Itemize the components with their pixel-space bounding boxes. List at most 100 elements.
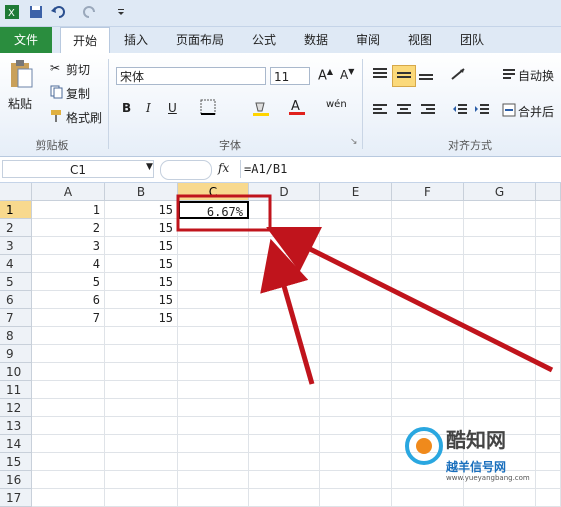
cell-b8[interactable] xyxy=(105,327,178,345)
align-right-icon[interactable] xyxy=(420,103,436,120)
cell-e6[interactable] xyxy=(320,291,392,309)
cell-c7[interactable] xyxy=(178,309,249,327)
copy-button[interactable]: 复制 xyxy=(66,85,90,102)
cell-h11[interactable] xyxy=(536,381,561,399)
name-box-dropdown-icon[interactable]: ▼ xyxy=(146,162,153,172)
cell-g3[interactable] xyxy=(464,237,536,255)
cell-d10[interactable] xyxy=(249,363,320,381)
row-header-9[interactable]: 9 xyxy=(0,345,32,363)
cell-f5[interactable] xyxy=(392,273,464,291)
cell-h6[interactable] xyxy=(536,291,561,309)
cell-d13[interactable] xyxy=(249,417,320,435)
orientation-icon[interactable] xyxy=(450,67,468,84)
cell-e11[interactable] xyxy=(320,381,392,399)
row-header-5[interactable]: 5 xyxy=(0,273,32,291)
cell-e8[interactable] xyxy=(320,327,392,345)
cell-a3[interactable]: 3 xyxy=(32,237,105,255)
cell-b3[interactable]: 15 xyxy=(105,237,178,255)
cell-f1[interactable] xyxy=(392,201,464,219)
cell-g9[interactable] xyxy=(464,345,536,363)
cell-a1[interactable]: 1 xyxy=(32,201,105,219)
cell-h4[interactable] xyxy=(536,255,561,273)
cell-h12[interactable] xyxy=(536,399,561,417)
cell-a11[interactable] xyxy=(32,381,105,399)
cell-b13[interactable] xyxy=(105,417,178,435)
wrap-text-icon[interactable] xyxy=(502,67,516,84)
cell-c11[interactable] xyxy=(178,381,249,399)
cell-f17[interactable] xyxy=(392,489,464,507)
cell-b6[interactable]: 15 xyxy=(105,291,178,309)
row-header-6[interactable]: 6 xyxy=(0,291,32,309)
cell-c6[interactable] xyxy=(178,291,249,309)
cell-a15[interactable] xyxy=(32,453,105,471)
tab-data[interactable]: 数据 xyxy=(296,27,336,53)
cell-b11[interactable] xyxy=(105,381,178,399)
cell-e15[interactable] xyxy=(320,453,392,471)
undo-icon[interactable] xyxy=(50,4,66,20)
cell-a6[interactable]: 6 xyxy=(32,291,105,309)
cell-g4[interactable] xyxy=(464,255,536,273)
cell-f3[interactable] xyxy=(392,237,464,255)
cell-d17[interactable] xyxy=(249,489,320,507)
cell-d4[interactable] xyxy=(249,255,320,273)
cell-g11[interactable] xyxy=(464,381,536,399)
underline-button[interactable]: U xyxy=(168,101,177,115)
cell-g17[interactable] xyxy=(464,489,536,507)
tab-file[interactable]: 文件 xyxy=(0,27,52,53)
row-header-2[interactable]: 2 xyxy=(0,219,32,237)
cell-h10[interactable] xyxy=(536,363,561,381)
cell-c15[interactable] xyxy=(178,453,249,471)
cell-e7[interactable] xyxy=(320,309,392,327)
row-header-4[interactable]: 4 xyxy=(0,255,32,273)
name-box[interactable]: C1 xyxy=(2,160,154,178)
cell-g7[interactable] xyxy=(464,309,536,327)
cell-c1[interactable]: 6.67% xyxy=(178,201,249,219)
cell-f8[interactable] xyxy=(392,327,464,345)
cell-a2[interactable]: 2 xyxy=(32,219,105,237)
cut-icon[interactable]: ✂ xyxy=(50,61,60,75)
cell-c5[interactable] xyxy=(178,273,249,291)
row-header-3[interactable]: 3 xyxy=(0,237,32,255)
cell-f10[interactable] xyxy=(392,363,464,381)
cell-e9[interactable] xyxy=(320,345,392,363)
tab-formulas[interactable]: 公式 xyxy=(244,27,284,53)
cell-d12[interactable] xyxy=(249,399,320,417)
cell-h1[interactable] xyxy=(536,201,561,219)
align-middle-icon[interactable] xyxy=(392,65,416,87)
excel-icon[interactable]: X xyxy=(4,4,20,20)
cell-d16[interactable] xyxy=(249,471,320,489)
cell-a16[interactable] xyxy=(32,471,105,489)
cell-e10[interactable] xyxy=(320,363,392,381)
cell-e3[interactable] xyxy=(320,237,392,255)
cell-b16[interactable] xyxy=(105,471,178,489)
save-icon[interactable] xyxy=(28,4,44,20)
row-header-15[interactable]: 15 xyxy=(0,453,32,471)
tab-review[interactable]: 审阅 xyxy=(348,27,388,53)
cell-d14[interactable] xyxy=(249,435,320,453)
merge-center-icon[interactable] xyxy=(502,103,516,120)
cell-b9[interactable] xyxy=(105,345,178,363)
cell-a12[interactable] xyxy=(32,399,105,417)
cell-d8[interactable] xyxy=(249,327,320,345)
cell-c10[interactable] xyxy=(178,363,249,381)
cell-a10[interactable] xyxy=(32,363,105,381)
row-header-10[interactable]: 10 xyxy=(0,363,32,381)
align-left-icon[interactable] xyxy=(372,103,388,120)
cell-a5[interactable]: 5 xyxy=(32,273,105,291)
cell-d5[interactable] xyxy=(249,273,320,291)
cell-e1[interactable] xyxy=(320,201,392,219)
column-header-d[interactable]: D xyxy=(249,183,320,201)
cell-b5[interactable]: 15 xyxy=(105,273,178,291)
paste-button[interactable]: 粘贴 xyxy=(8,95,32,112)
font-dialog-launcher-icon[interactable]: ↘ xyxy=(350,137,358,147)
copy-icon[interactable] xyxy=(50,85,64,102)
cell-g1[interactable] xyxy=(464,201,536,219)
cell-d2[interactable] xyxy=(249,219,320,237)
align-center-icon[interactable] xyxy=(396,103,412,120)
cell-f6[interactable] xyxy=(392,291,464,309)
cell-f9[interactable] xyxy=(392,345,464,363)
font-size-select[interactable]: 11 xyxy=(270,67,310,85)
align-top-icon[interactable] xyxy=(372,67,388,84)
cell-c13[interactable] xyxy=(178,417,249,435)
format-painter-button[interactable]: 格式刷 xyxy=(66,109,102,126)
